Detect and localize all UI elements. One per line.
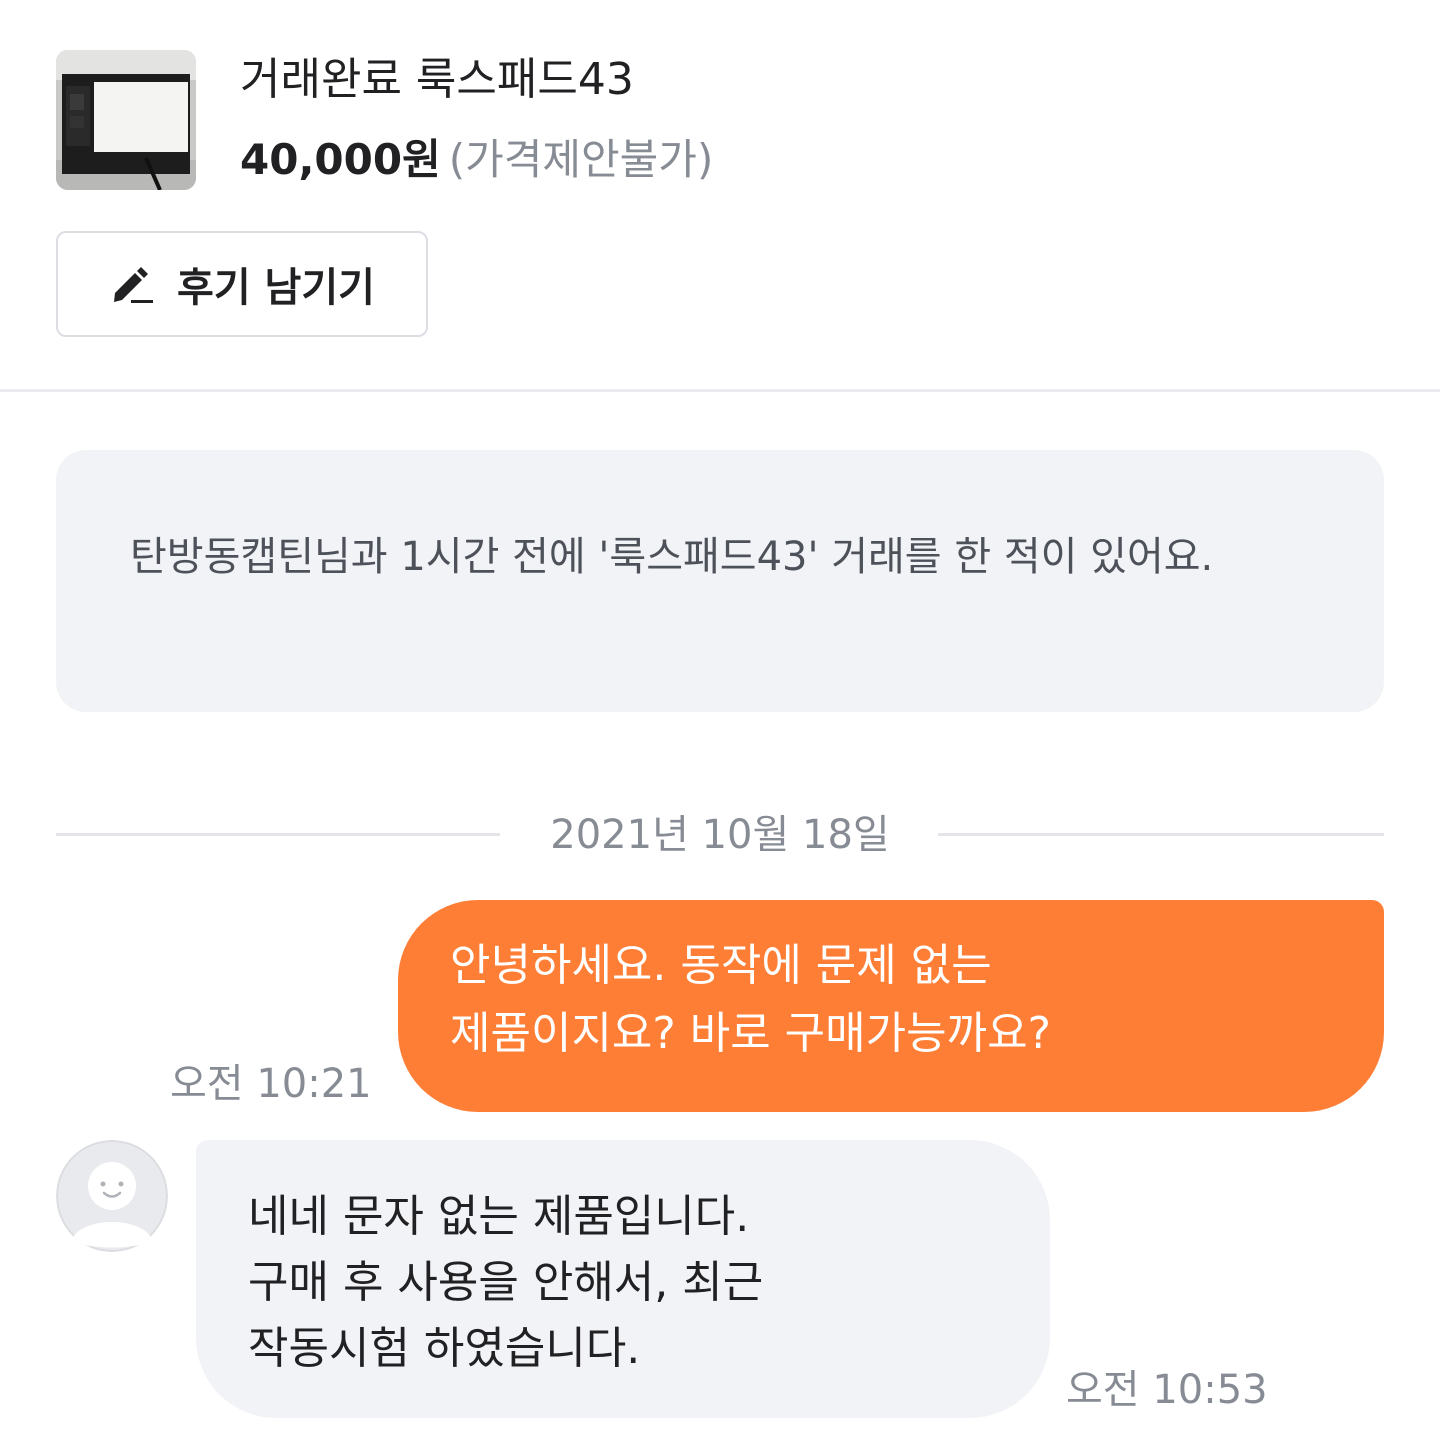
message-bubble-received[interactable]: 네네 문자 없는 제품입니다. 구매 후 사용을 안해서, 최근 작동시험 하였… <box>196 1140 1050 1418</box>
header-divider <box>0 389 1440 392</box>
product-title: 거래완료 룩스패드43 <box>240 54 634 105</box>
product-header: 거래완료 룩스패드43 40,000원 (가격제안불가) 후기 남기기 <box>0 0 1440 390</box>
message-line: 네네 문자 없는 제품입니다. <box>248 1191 750 1242</box>
message-line: 제품이지요? 바로 구매가능까요? <box>450 1008 1051 1059</box>
price-line: 40,000원 (가격제안불가) <box>240 132 713 188</box>
default-profile-icon[interactable] <box>56 1140 168 1252</box>
message-line: 구매 후 사용을 안해서, 최근 <box>248 1257 764 1308</box>
transaction-notice: 탄방동캡틴님과 1시간 전에 '룩스패드43' 거래를 한 적이 있어요. <box>56 450 1384 712</box>
leave-review-label: 후기 남기기 <box>177 265 375 311</box>
message-line: 작동시험 하였습니다. <box>248 1323 641 1374</box>
leave-review-button[interactable]: 후기 남기기 <box>56 231 428 337</box>
message-time-received: 오전 10:53 <box>1066 1367 1268 1413</box>
transaction-notice-text: 탄방동캡틴님과 1시간 전에 '룩스패드43' 거래를 한 적이 있어요. <box>130 534 1214 580</box>
pencil-icon <box>109 263 155 305</box>
date-separator-line-right <box>938 833 1384 836</box>
price-offer-note: (가격제안불가) <box>448 135 714 184</box>
product-thumbnail[interactable] <box>56 50 196 190</box>
message-bubble-sent[interactable]: 안녕하세요. 동작에 문제 없는 제품이지요? 바로 구매가능까요? <box>398 900 1384 1112</box>
message-time-sent: 오전 10:21 <box>170 1061 372 1107</box>
message-line: 안녕하세요. 동작에 문제 없는 <box>450 940 992 991</box>
product-price: 40,000원 <box>240 135 441 184</box>
product-photo-image <box>56 50 196 190</box>
date-separator: 2021년 10월 18일 <box>56 806 1384 864</box>
